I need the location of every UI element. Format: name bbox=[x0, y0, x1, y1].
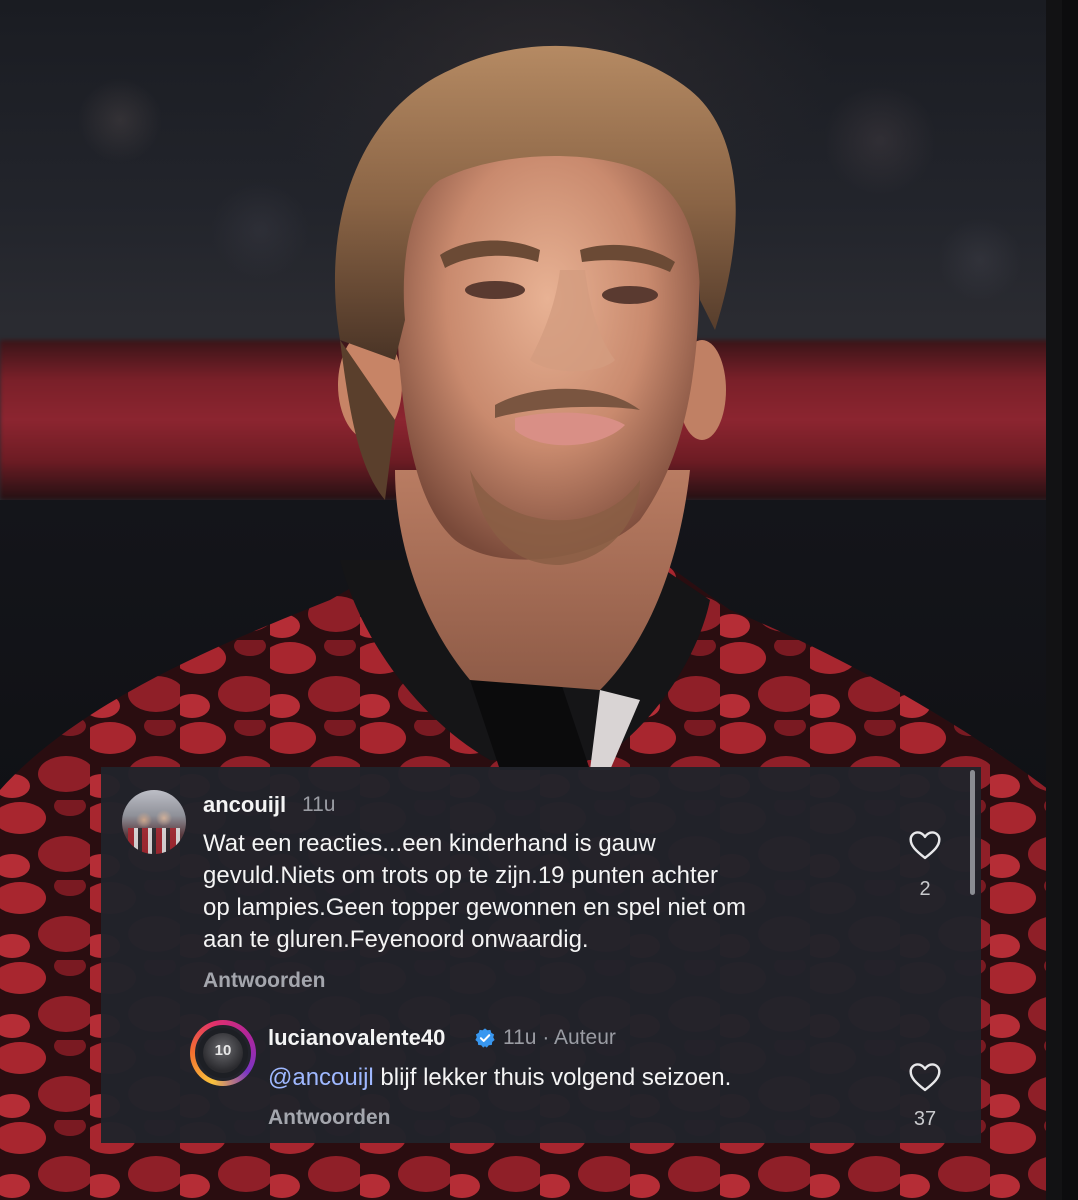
comment-text: @ancouijl blijf lekker thuis volgend sei… bbox=[268, 1062, 731, 1094]
heart-icon[interactable] bbox=[908, 1062, 942, 1092]
heart-icon[interactable] bbox=[908, 830, 942, 860]
avatar-ancouijl[interactable] bbox=[122, 790, 186, 854]
like-count: 2 bbox=[919, 878, 931, 900]
comment-text: Wat een reacties...een kinderhand is gau… bbox=[203, 828, 746, 956]
comment-time: 11u bbox=[302, 793, 336, 816]
author-label: Auteur bbox=[554, 1026, 616, 1049]
comment-username[interactable]: lucianovalente40 bbox=[268, 1025, 445, 1051]
comment-username[interactable]: ancouijl bbox=[203, 792, 286, 818]
meta-separator: · bbox=[542, 1026, 550, 1049]
verified-badge-icon bbox=[475, 1028, 495, 1048]
comment-text-line: op lampies.Geen topper gewonnen en spel … bbox=[203, 894, 747, 921]
comment-text-line: Wat een reacties...een kinderhand is gau… bbox=[203, 830, 656, 857]
comment-meta: 11u · Auteur bbox=[503, 1026, 616, 1050]
avatar-photo-detail bbox=[128, 828, 180, 854]
comment-text-line: aan te gluren.Feyenoord onwaardig. bbox=[203, 926, 589, 953]
comment-time: 11u bbox=[503, 1026, 537, 1049]
avatar-shirt-number: 10 bbox=[214, 1042, 232, 1059]
comment-text-content: blijf lekker thuis volgend seizoen. bbox=[373, 1064, 732, 1091]
reply-button[interactable]: Antwoorden bbox=[203, 969, 325, 993]
mention-link[interactable]: @ancouijl bbox=[268, 1064, 374, 1091]
reply-button[interactable]: Antwoorden bbox=[268, 1106, 390, 1130]
image-edge-strip bbox=[1046, 0, 1062, 1200]
avatar-lucianovalente40[interactable]: 10 bbox=[195, 1025, 251, 1081]
comment-text-line: gevuld.Niets om trots op te zijn.19 punt… bbox=[203, 862, 718, 889]
comments-scrollbar[interactable] bbox=[970, 770, 975, 895]
like-count: 37 bbox=[913, 1108, 937, 1130]
